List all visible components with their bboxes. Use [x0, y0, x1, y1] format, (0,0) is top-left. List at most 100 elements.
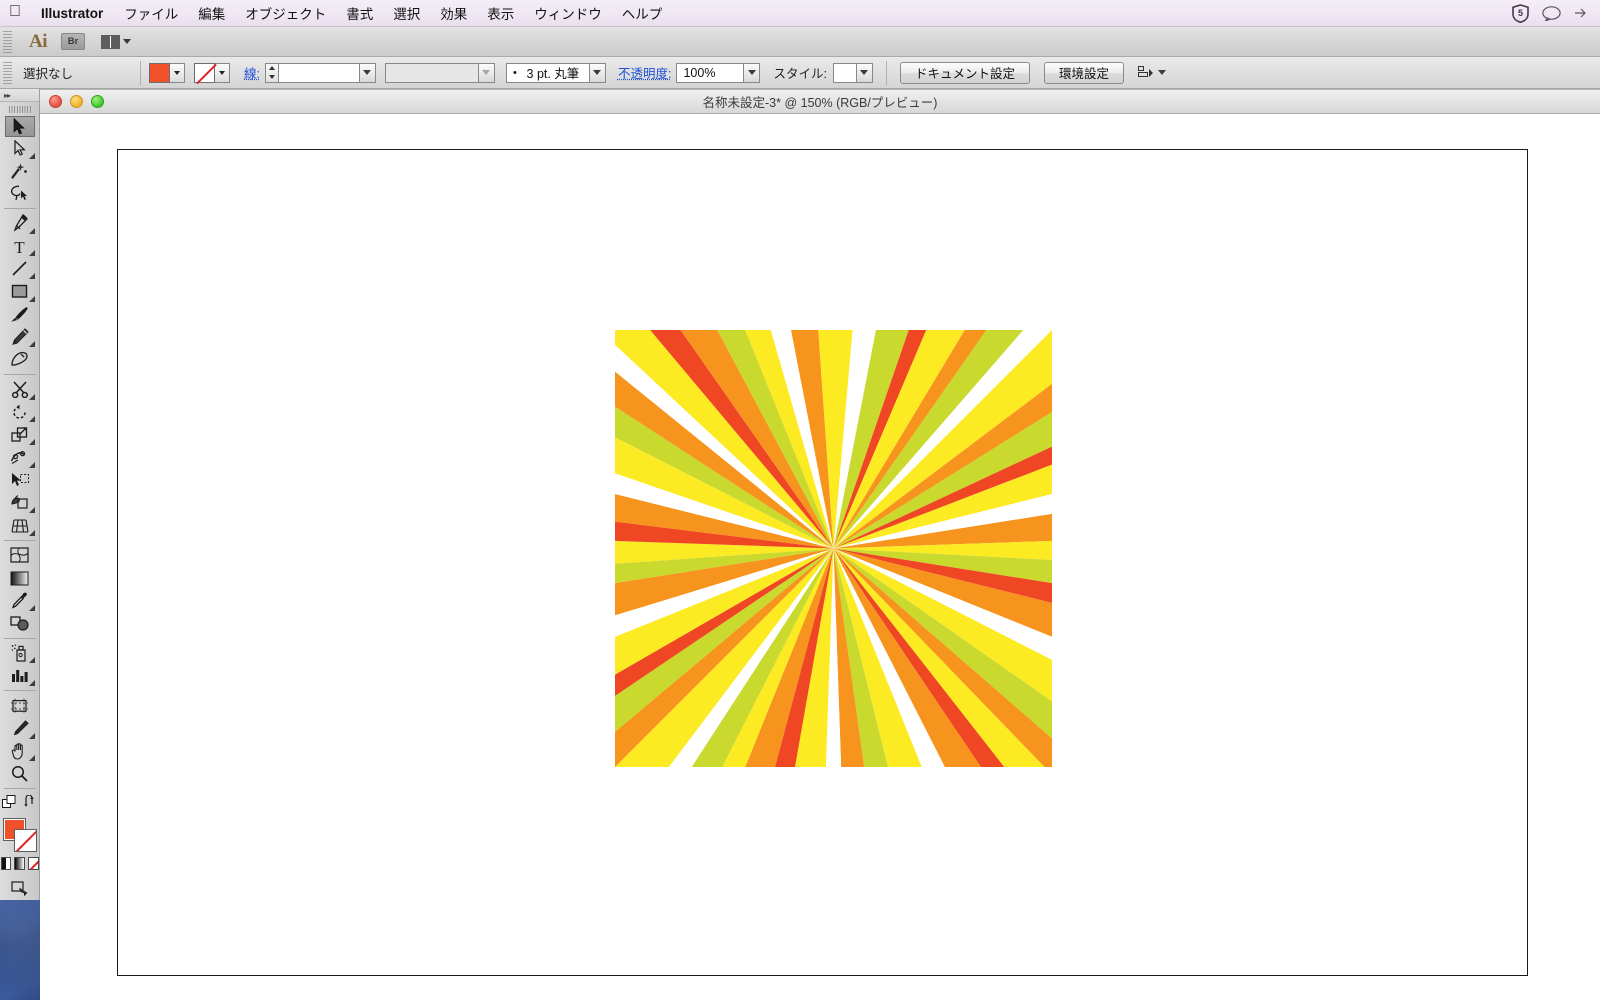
menu-item-select[interactable]: 選択: [383, 3, 430, 23]
swap-fill-stroke-icon[interactable]: [23, 794, 37, 813]
document-setup-button[interactable]: ドキュメント設定: [899, 61, 1030, 84]
opacity-value[interactable]: 100%: [677, 66, 743, 80]
speech-bubble-icon[interactable]: [1542, 5, 1561, 21]
brush-dot-icon: •: [512, 66, 517, 79]
fill-dropdown-button[interactable]: [170, 62, 185, 83]
magic-wand-tool[interactable]: [3, 160, 37, 183]
menu-app-name[interactable]: Illustrator: [30, 6, 114, 21]
color-mode-buttons: [0, 856, 39, 870]
none-button[interactable]: [27, 856, 39, 870]
menu-item-object[interactable]: オブジェクト: [235, 3, 336, 23]
menu-item-type[interactable]: 書式: [336, 3, 383, 23]
graphic-style-combo[interactable]: [832, 62, 873, 83]
gradient-tool[interactable]: [3, 567, 37, 590]
zoom-tool[interactable]: [3, 762, 37, 785]
rectangle-tool[interactable]: [3, 280, 37, 303]
opacity-dropdown[interactable]: [743, 63, 760, 82]
mesh-tool[interactable]: [3, 544, 37, 567]
menu-item-help[interactable]: ヘルプ: [612, 3, 673, 23]
color-button[interactable]: [0, 856, 12, 870]
tools-panel-header[interactable]: ▸▸: [0, 89, 39, 103]
preferences-button[interactable]: 環境設定: [1043, 61, 1124, 84]
pencil-tool[interactable]: [3, 326, 37, 349]
stroke-profile-combo[interactable]: [384, 62, 495, 83]
stroke-profile-dropdown[interactable]: [477, 63, 494, 82]
screen-mode-button[interactable]: [3, 877, 37, 900]
lasso-tool[interactable]: [3, 182, 37, 205]
paintbrush-tool[interactable]: [3, 303, 37, 326]
tool-flyout-indicator: [28, 461, 35, 468]
stroke-dropdown-button[interactable]: [215, 62, 230, 83]
document-title-bar[interactable]: 名称未設定-3* @ 150% (RGB/プレビュー): [40, 89, 1600, 114]
blend-tool[interactable]: [3, 612, 37, 635]
arrange-documents-button[interactable]: [101, 34, 131, 49]
artboard-tool[interactable]: [3, 694, 37, 717]
arrange-documents-icon: [101, 34, 120, 49]
shape-builder-tool[interactable]: [3, 492, 37, 515]
tools-panel-grip[interactable]: [8, 106, 31, 113]
tool-flyout-indicator: [28, 439, 35, 446]
brush-definition-combo[interactable]: • 3 pt. 丸筆: [505, 62, 606, 83]
launch-bridge-button[interactable]: Br: [61, 33, 85, 50]
tool-flyout-indicator: [28, 393, 35, 400]
graphic-style-dropdown[interactable]: [855, 63, 872, 82]
stroke-weight-label[interactable]: 線:: [244, 63, 260, 82]
canvas-area[interactable]: [40, 114, 1600, 1000]
rotate-tool[interactable]: [3, 401, 37, 424]
perspective-grid-tool[interactable]: [3, 514, 37, 537]
menu-item-view[interactable]: 表示: [477, 3, 524, 23]
stroke-color-control[interactable]: [194, 62, 230, 83]
shield-icon[interactable]: 5: [1512, 3, 1529, 23]
default-fill-stroke-icon[interactable]: [2, 794, 17, 814]
chevron-down-icon: [482, 70, 491, 75]
controlbar-drag-grip[interactable]: [3, 61, 12, 84]
close-button[interactable]: [49, 95, 62, 108]
sunburst-rays-artwork[interactable]: [615, 330, 1052, 767]
illustrator-logo: Ai: [29, 30, 48, 52]
menu-item-edit[interactable]: 編集: [188, 3, 235, 23]
tools-divider: [3, 539, 36, 541]
document-window: 名称未設定-3* @ 150% (RGB/プレビュー): [40, 89, 1600, 1000]
eyedropper-tool[interactable]: [3, 589, 37, 612]
tools-stroke-swatch-none[interactable]: [13, 828, 37, 852]
knife-tool[interactable]: [3, 717, 37, 740]
pen-tool[interactable]: [3, 212, 37, 235]
width-tool[interactable]: [3, 446, 37, 469]
scissors-tool[interactable]: [3, 378, 37, 401]
blob-brush-tool[interactable]: [3, 348, 37, 371]
menu-item-file[interactable]: ファイル: [114, 3, 188, 23]
line-segment-tool[interactable]: [3, 257, 37, 280]
minimize-button[interactable]: [70, 95, 83, 108]
stroke-weight-dropdown[interactable]: [358, 63, 375, 82]
fill-swatch[interactable]: [149, 62, 170, 83]
menu-item-effect[interactable]: 効果: [430, 3, 477, 23]
stroke-swatch-none[interactable]: [194, 62, 215, 83]
tools-divider: [3, 373, 36, 375]
scale-tool[interactable]: [3, 423, 37, 446]
stroke-weight-combo[interactable]: [277, 62, 376, 83]
free-transform-tool[interactable]: [3, 469, 37, 492]
menu-item-window[interactable]: ウィンドウ: [524, 3, 612, 23]
gradient-button[interactable]: [14, 856, 25, 870]
appbar-drag-grip[interactable]: [3, 30, 12, 53]
brush-definition-dropdown[interactable]: [588, 63, 605, 82]
opacity-combo[interactable]: 100%: [676, 62, 761, 83]
symbol-sprayer-tool[interactable]: [3, 642, 37, 665]
chevron-down-icon: [219, 70, 225, 75]
type-tool[interactable]: T: [3, 235, 37, 258]
stepper-up-icon: [268, 66, 275, 70]
double-chevron-right-icon[interactable]: ▸▸: [4, 91, 11, 100]
zoom-button[interactable]: [91, 95, 104, 108]
tool-flyout-indicator: [28, 341, 35, 348]
selection-tool[interactable]: [4, 115, 35, 137]
menu-extras-icon[interactable]: [1574, 7, 1586, 19]
apple-menu-icon[interactable]: : [0, 4, 30, 22]
direct-selection-tool[interactable]: [3, 137, 37, 160]
opacity-label[interactable]: 不透明度:: [618, 63, 671, 82]
stroke-weight-stepper[interactable]: [264, 62, 278, 83]
hand-tool[interactable]: [3, 740, 37, 763]
fill-color-control[interactable]: [149, 62, 185, 83]
align-options-button[interactable]: [1137, 65, 1166, 80]
chevron-down-icon: [123, 39, 131, 44]
column-graph-tool[interactable]: [3, 664, 37, 687]
